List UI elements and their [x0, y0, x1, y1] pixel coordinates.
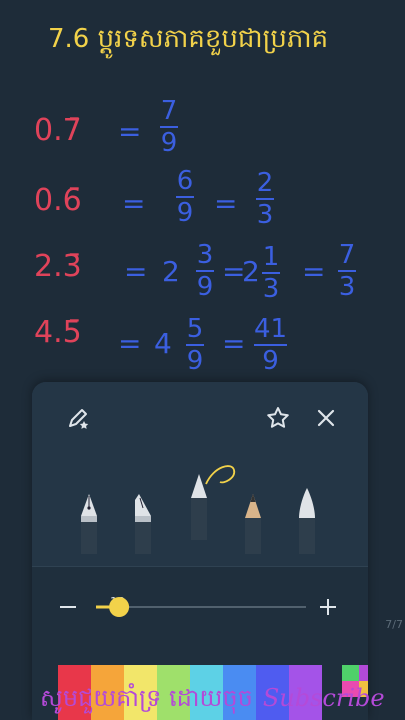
fountain-pen-icon[interactable] — [76, 494, 102, 558]
pencil-icon[interactable] — [240, 494, 266, 558]
fraction-2b: 23 — [256, 170, 274, 228]
whole-3b: 2 — [242, 255, 260, 288]
equals-3: = — [124, 255, 148, 288]
numerator: 2 — [256, 168, 274, 198]
denominator: 9 — [262, 346, 279, 376]
page-indicator: 7/7 — [385, 618, 403, 631]
decimal-4: 4.5̄ — [34, 315, 82, 350]
fraction-3b: 13 — [262, 244, 280, 302]
brush-pen-icon[interactable] — [294, 488, 320, 558]
decimal-2: 0.6̄ — [34, 183, 82, 218]
fraction-1: 79 — [160, 98, 178, 156]
caption-latin: Subscribe — [262, 684, 385, 712]
decimal-1: 0.7̄ — [34, 113, 82, 148]
fraction-2a: 69 — [176, 168, 194, 226]
calligraphy-pen-icon[interactable] — [130, 494, 156, 558]
fraction-4b: 41 9 — [254, 314, 288, 376]
fraction-4a: 59 — [186, 316, 204, 374]
numerator: 1 — [262, 242, 280, 272]
numerator: 3 — [196, 240, 214, 270]
pen-edit-favorite-icon[interactable] — [64, 404, 94, 434]
numerator: 41 — [254, 314, 288, 344]
equals-2b: = — [214, 187, 238, 220]
close-icon[interactable] — [310, 402, 342, 434]
numerator: 7 — [160, 96, 178, 126]
numerator: 6 — [176, 166, 194, 196]
denominator: 9 — [176, 198, 194, 228]
pen-size-slider[interactable] — [56, 592, 346, 622]
denominator: 9 — [160, 128, 178, 158]
numerator: 7 — [338, 240, 356, 270]
whole-4: 4 — [154, 327, 172, 360]
caption-khmer: សូមជួយគាំទ្រ ដោយចុច — [40, 684, 253, 712]
slider-knob[interactable] — [109, 597, 130, 617]
favorite-star-icon[interactable] — [262, 402, 294, 434]
subscribe-caption: សូមជួយគាំទ្រ ដោយចុច Subscribe — [40, 683, 385, 718]
denominator: 9 — [196, 272, 214, 302]
denominator: 9 — [186, 346, 204, 376]
equals-3c: = — [302, 255, 326, 288]
board-title: 7.6 ប្តូរទសភាគខួបជាប្រភាគ — [48, 24, 329, 54]
equals-1: = — [118, 115, 142, 148]
fraction-3a: 39 — [196, 242, 214, 300]
whole-3a: 2 — [162, 255, 180, 288]
numerator: 5 — [186, 314, 204, 344]
equals-4b: = — [222, 327, 246, 360]
equals-2: = — [122, 187, 146, 220]
denominator: 3 — [262, 274, 280, 304]
pen-type-selector — [32, 442, 368, 566]
denominator: 3 — [338, 272, 356, 302]
denominator: 3 — [256, 200, 274, 230]
equals-4: = — [118, 327, 142, 360]
fraction-3c: 73 — [338, 242, 356, 300]
decimal-3: 2.3̄ — [34, 249, 82, 284]
pen-settings-panel: 10 — [32, 382, 368, 720]
